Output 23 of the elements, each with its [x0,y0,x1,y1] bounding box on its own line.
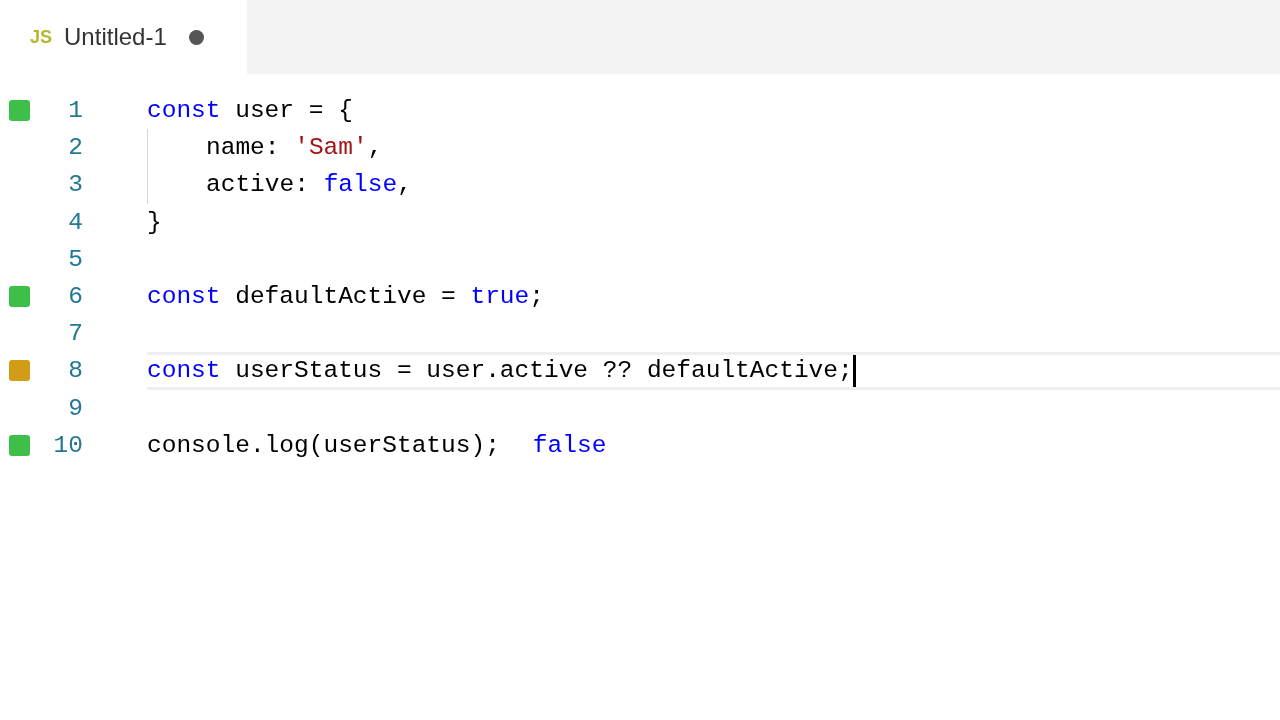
line-number: 4 [67,208,83,236]
unsaved-dot-icon[interactable] [188,29,204,45]
code-line: active: false, [206,171,412,199]
line-number: 2 [67,134,83,162]
line-number: 5 [67,245,83,273]
line-number: 9 [67,394,83,422]
code-line: const defaultActive = true; [147,283,544,311]
line-number: 8 [67,357,83,385]
javascript-file-icon: JS [30,26,53,48]
line-number: 6 [67,283,83,311]
code-line: const user = { [147,97,353,125]
line-number: 3 [67,171,83,199]
text-cursor [852,354,856,387]
code-line: name: 'Sam', [206,134,383,162]
code-line: const userStatus = user.active ?? defaultActive; [147,357,853,385]
code-line: console.log(userStatus); [147,431,500,459]
code-line: } [147,208,162,236]
editor-tab[interactable]: JS Untitled-1 [0,0,247,74]
line-number: 1 [67,97,83,125]
console-output: false [532,431,607,459]
tab-title: Untitled-1 [64,23,167,51]
line-number: 7 [67,320,83,348]
line-number: 10 [52,431,83,459]
